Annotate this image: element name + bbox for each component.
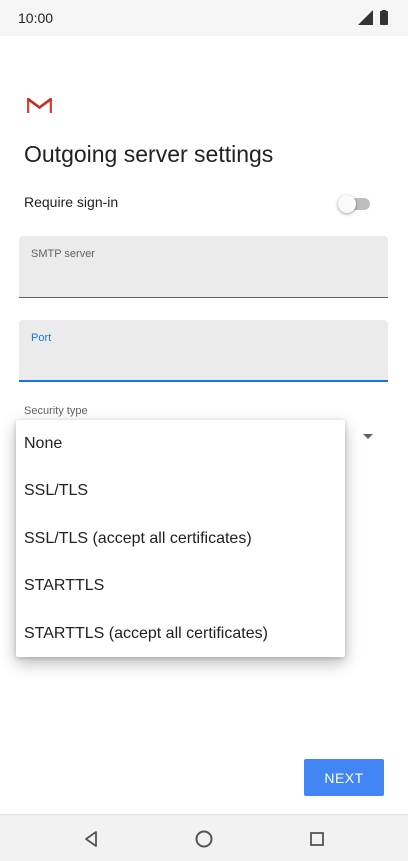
smtp-server-underline	[19, 297, 388, 298]
security-option-starttls-accept-all[interactable]: STARTTLS (accept all certificates)	[16, 610, 345, 657]
port-underline	[19, 380, 388, 382]
status-bar: 10:00	[0, 0, 408, 36]
require-signin-label: Require sign-in	[24, 194, 119, 210]
require-signin-toggle[interactable]	[338, 192, 372, 213]
navigation-bar	[0, 814, 408, 861]
smtp-server-input[interactable]	[31, 266, 371, 290]
signal-icon	[358, 10, 373, 25]
battery-icon	[380, 11, 388, 25]
security-type-dropdown: None SSL/TLS SSL/TLS (accept all certifi…	[16, 420, 345, 657]
recents-icon[interactable]	[305, 827, 329, 851]
security-option-ssl-tls[interactable]: SSL/TLS	[16, 467, 345, 514]
status-time: 10:00	[18, 10, 54, 26]
home-icon[interactable]	[192, 827, 216, 851]
next-button[interactable]: NEXT	[304, 759, 384, 796]
smtp-server-label: SMTP server	[31, 248, 95, 260]
status-icons	[358, 10, 388, 25]
smtp-server-field[interactable]: SMTP server	[19, 236, 388, 298]
port-label: Port	[31, 332, 52, 344]
toggle-thumb	[338, 195, 356, 213]
page-title: Outgoing server settings	[24, 141, 274, 167]
port-field[interactable]: Port	[19, 320, 388, 382]
port-input[interactable]	[31, 350, 371, 374]
gmail-logo	[27, 98, 52, 113]
dropdown-arrow-icon[interactable]	[363, 434, 373, 439]
security-type-label: Security type	[24, 405, 88, 417]
security-option-ssl-tls-accept-all[interactable]: SSL/TLS (accept all certificates)	[16, 515, 345, 562]
back-icon[interactable]	[79, 827, 103, 851]
require-signin-row: Require sign-in	[24, 188, 374, 216]
security-option-starttls[interactable]: STARTTLS	[16, 562, 345, 609]
security-option-none[interactable]: None	[16, 420, 345, 467]
